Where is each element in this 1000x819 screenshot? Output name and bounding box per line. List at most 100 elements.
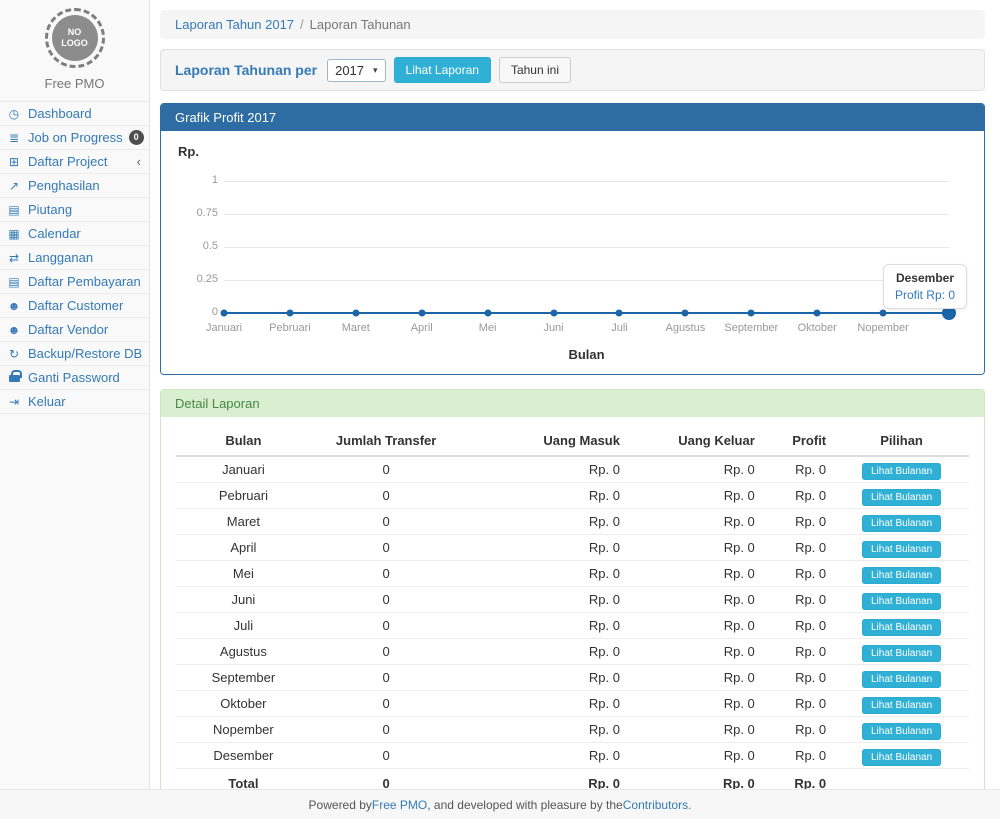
sidebar-item-keluar[interactable]: ⇥ Keluar (0, 390, 149, 414)
sidebar-item-daftar-pembayaran[interactable]: ▤ Daftar Pembayaran (0, 270, 149, 294)
sidebar-item-dashboard[interactable]: ◷ Dashboard (0, 102, 149, 126)
sidebar: NO LOGO Free PMO ◷ Dashboard ≣ Job on Pr… (0, 0, 150, 789)
view-monthly-button[interactable]: Lihat Bulanan (862, 645, 941, 662)
view-monthly-button[interactable]: Lihat Bulanan (862, 463, 941, 480)
footer-link-freepmo[interactable]: Free PMO (372, 798, 427, 812)
chevron-down-icon: ▾ (373, 65, 378, 76)
table-row: Nopember 0 Rp. 0 Rp. 0 Rp. 0 Lihat Bulan… (176, 717, 969, 743)
y-tick-label: 0.75 (176, 207, 218, 219)
cell-bulan: Agustus (176, 639, 311, 665)
view-monthly-button[interactable]: Lihat Bulanan (862, 489, 941, 506)
data-point[interactable] (880, 310, 887, 317)
year-select[interactable]: 2017 ▾ (327, 59, 385, 82)
view-monthly-button[interactable]: Lihat Bulanan (862, 749, 941, 766)
data-point[interactable] (550, 310, 557, 317)
cell-keluar: Rp. 0 (628, 743, 763, 769)
sidebar-item-piutang[interactable]: ▤ Piutang (0, 198, 149, 222)
view-monthly-button[interactable]: Lihat Bulanan (862, 697, 941, 714)
data-point[interactable] (682, 310, 689, 317)
table-row: Agustus 0 Rp. 0 Rp. 0 Rp. 0 Lihat Bulana… (176, 639, 969, 665)
sidebar-item-langganan[interactable]: ⇄ Langganan (0, 246, 149, 270)
view-monthly-button[interactable]: Lihat Bulanan (862, 567, 941, 584)
sidebar-item-job-on-progress[interactable]: ≣ Job on Progress 0 (0, 126, 149, 150)
cell-masuk: Rp. 0 (461, 717, 628, 743)
table-row: Desember 0 Rp. 0 Rp. 0 Rp. 0 Lihat Bulan… (176, 743, 969, 769)
view-monthly-button[interactable]: Lihat Bulanan (862, 515, 941, 532)
y-tick-label: 0 (176, 306, 218, 318)
sidebar-item-daftar-customer[interactable]: ☻ Daftar Customer (0, 294, 149, 318)
sign-out-icon: ⇥ (6, 395, 22, 409)
cell-bulan: April (176, 535, 311, 561)
cell-transfer: 0 (311, 509, 462, 535)
data-point[interactable] (221, 310, 228, 317)
main-content: Laporan Tahun 2017/Laporan Tahunan Lapor… (150, 0, 1000, 812)
breadcrumb: Laporan Tahun 2017/Laporan Tahunan (160, 10, 985, 39)
sidebar-item-calendar[interactable]: ▦ Calendar (0, 222, 149, 246)
x-tick-label: Juli (611, 322, 628, 334)
detail-report-panel: Detail Laporan Bulan Jumlah Transfer Uan… (160, 389, 985, 812)
calendar-icon: ▦ (6, 227, 22, 241)
data-point[interactable] (484, 310, 491, 317)
cell-masuk: Rp. 0 (461, 535, 628, 561)
page-footer: Powered by Free PMO , and developed with… (0, 789, 1000, 819)
data-point[interactable] (352, 310, 359, 317)
count-badge: 0 (129, 130, 144, 145)
data-point[interactable] (814, 310, 821, 317)
col-header-pilihan: Pilihan (834, 425, 969, 456)
dashboard-icon: ◷ (6, 107, 22, 121)
view-monthly-button[interactable]: Lihat Bulanan (862, 593, 941, 610)
data-point[interactable] (418, 310, 425, 317)
sidebar-item-daftar-project[interactable]: ⊞ Daftar Project ‹ (0, 150, 149, 174)
cell-masuk: Rp. 0 (461, 587, 628, 613)
x-tick-label: September (724, 322, 778, 334)
breadcrumb-link[interactable]: Laporan Tahun 2017 (175, 17, 294, 32)
view-monthly-button[interactable]: Lihat Bulanan (862, 671, 941, 688)
y-gridline (224, 214, 949, 215)
cell-profit: Rp. 0 (763, 665, 834, 691)
footer-link-contributors[interactable]: Contributors. (623, 798, 692, 812)
cell-bulan: September (176, 665, 311, 691)
x-tick-label: Agustus (665, 322, 705, 334)
cell-profit: Rp. 0 (763, 561, 834, 587)
cell-bulan: Juni (176, 587, 311, 613)
view-monthly-button[interactable]: Lihat Bulanan (862, 541, 941, 558)
cell-masuk: Rp. 0 (461, 456, 628, 483)
refresh-icon: ↻ (6, 347, 22, 361)
data-point[interactable] (616, 310, 623, 317)
cell-transfer: 0 (311, 456, 462, 483)
sidebar-item-ganti-password[interactable]: Ganti Password (0, 366, 149, 390)
view-report-button[interactable]: Lihat Laporan (394, 57, 491, 83)
table-row: Januari 0 Rp. 0 Rp. 0 Rp. 0 Lihat Bulana… (176, 456, 969, 483)
tasks-icon: ≣ (6, 131, 22, 145)
cell-masuk: Rp. 0 (461, 639, 628, 665)
view-monthly-button[interactable]: Lihat Bulanan (862, 723, 941, 740)
breadcrumb-separator: / (300, 17, 304, 32)
chevron-left-icon: ‹ (137, 154, 141, 169)
cell-masuk: Rp. 0 (461, 665, 628, 691)
cell-profit: Rp. 0 (763, 613, 834, 639)
chart-body: Rp. Bulan Desember Profit Rp: 0 10.750.5… (161, 131, 984, 374)
cell-transfer: 0 (311, 665, 462, 691)
sidebar-item-backup-restore-db[interactable]: ↻ Backup/Restore DB (0, 342, 149, 366)
data-point[interactable] (748, 310, 755, 317)
cell-keluar: Rp. 0 (628, 665, 763, 691)
cell-transfer: 0 (311, 743, 462, 769)
data-point[interactable] (286, 310, 293, 317)
y-gridline (224, 247, 949, 248)
cell-masuk: Rp. 0 (461, 483, 628, 509)
sidebar-item-penghasilan[interactable]: ↗ Penghasilan (0, 174, 149, 198)
cell-profit: Rp. 0 (763, 691, 834, 717)
cell-keluar: Rp. 0 (628, 509, 763, 535)
users-icon: ☻ (6, 323, 22, 337)
profit-chart-panel: Grafik Profit 2017 Rp. Bulan Desember Pr… (160, 103, 985, 375)
report-filter-panel: Laporan Tahunan per 2017 ▾ Lihat Laporan… (160, 49, 985, 91)
cell-masuk: Rp. 0 (461, 613, 628, 639)
this-year-button[interactable]: Tahun ini (499, 57, 571, 83)
cell-keluar: Rp. 0 (628, 483, 763, 509)
cell-keluar: Rp. 0 (628, 717, 763, 743)
sidebar-item-daftar-vendor[interactable]: ☻ Daftar Vendor (0, 318, 149, 342)
cell-keluar: Rp. 0 (628, 691, 763, 717)
view-monthly-button[interactable]: Lihat Bulanan (862, 619, 941, 636)
x-tick-label: Januari (206, 322, 242, 334)
cell-transfer: 0 (311, 717, 462, 743)
